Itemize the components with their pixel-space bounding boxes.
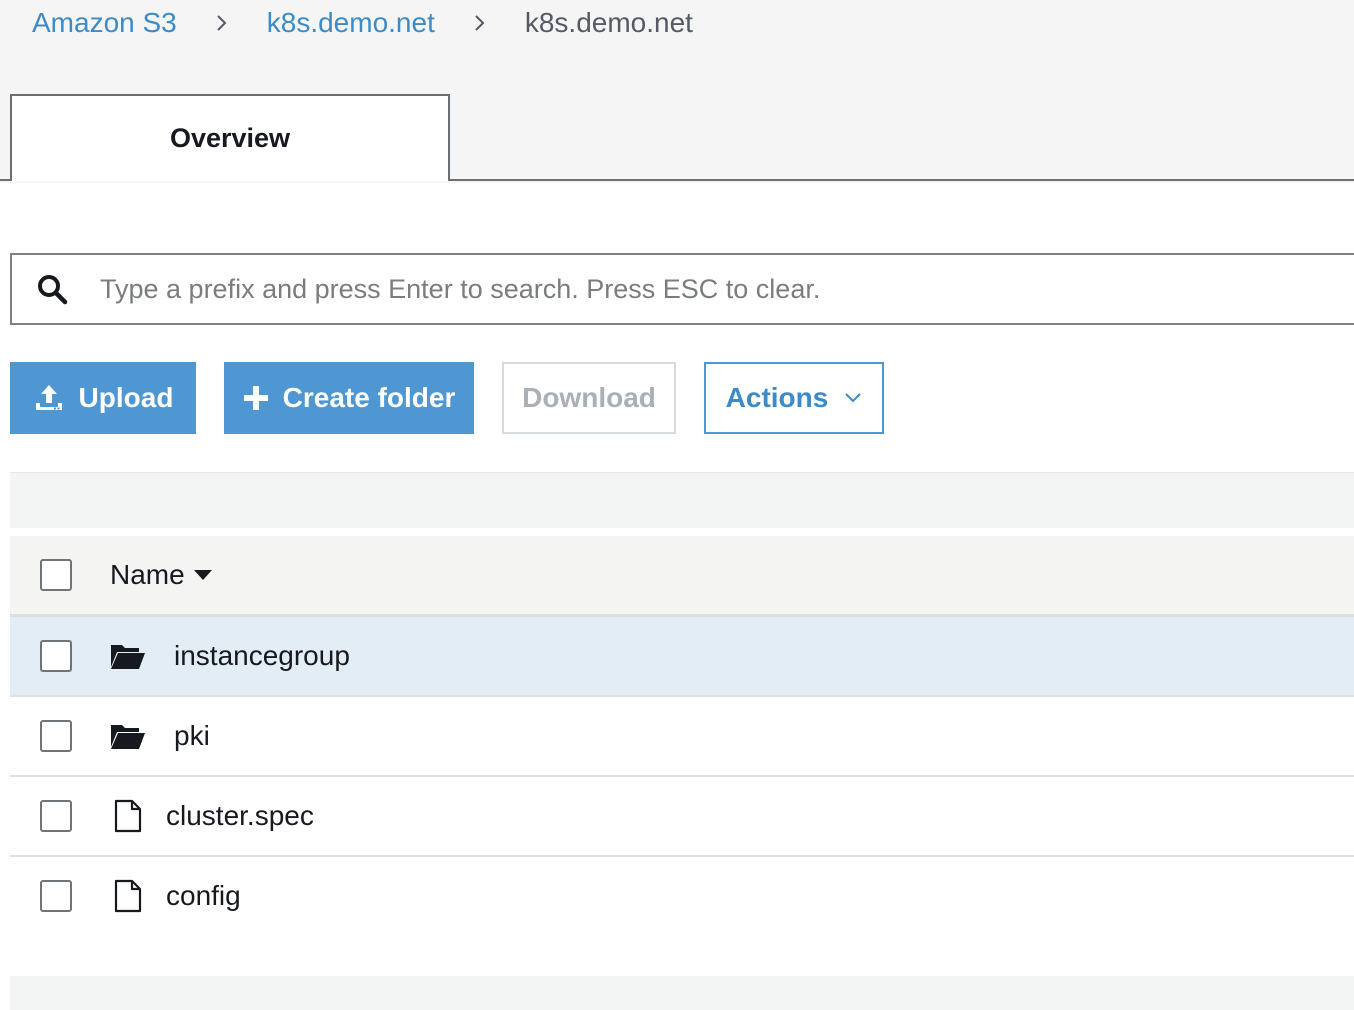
main-content: Upload Create folder Download Actions Na… — [0, 183, 1354, 1010]
table-row[interactable]: instancegroup — [10, 617, 1354, 697]
table-row[interactable]: pki — [10, 697, 1354, 777]
search-box — [10, 253, 1354, 325]
name-column-label: Name — [110, 559, 185, 590]
breadcrumb-amazon-s3-link[interactable]: Amazon S3 — [32, 7, 177, 39]
table-footer-band — [10, 976, 1354, 1010]
create-folder-button[interactable]: Create folder — [224, 362, 474, 434]
row-checkbox[interactable] — [40, 640, 72, 672]
sort-caret-down-icon — [193, 569, 213, 581]
upload-button[interactable]: Upload — [10, 362, 196, 434]
name-column-header[interactable]: Name — [110, 559, 213, 591]
upload-button-label: Upload — [78, 382, 174, 413]
create-folder-button-label: Create folder — [282, 382, 456, 413]
breadcrumb-current: k8s.demo.net — [524, 7, 693, 38]
table-row[interactable]: cluster.spec — [10, 777, 1354, 857]
folder-open-icon — [110, 642, 146, 670]
table-toolbar-band — [10, 472, 1354, 528]
search-icon — [36, 273, 68, 305]
tab-bar: Overview — [0, 94, 1354, 181]
row-checkbox[interactable] — [40, 720, 72, 752]
download-button[interactable]: Download — [502, 362, 676, 434]
table-header: Name — [10, 536, 1354, 617]
toolbar: Upload Create folder Download Actions — [10, 362, 884, 434]
chevron-right-icon — [471, 14, 489, 32]
select-all-checkbox[interactable] — [40, 559, 72, 591]
row-name[interactable]: instancegroup — [174, 640, 350, 672]
chevron-down-icon — [844, 392, 862, 404]
row-checkbox[interactable] — [40, 800, 72, 832]
actions-dropdown-button[interactable]: Actions — [704, 362, 884, 434]
tab-overview[interactable]: Overview — [10, 94, 450, 181]
tab-divider — [0, 179, 10, 181]
table-row[interactable]: config — [10, 857, 1354, 935]
file-icon — [114, 879, 142, 913]
object-table: Name instancegroup pki cluster.spec conf… — [10, 536, 1354, 935]
breadcrumb-bucket-link[interactable]: k8s.demo.net — [267, 7, 435, 39]
breadcrumb: Amazon S3 k8s.demo.net k8s.demo.net — [32, 4, 693, 42]
row-name[interactable]: pki — [174, 720, 210, 752]
search-input[interactable] — [98, 272, 1354, 306]
folder-open-icon — [110, 722, 146, 750]
file-icon — [114, 799, 142, 833]
chevron-right-icon — [213, 14, 231, 32]
upload-icon — [33, 382, 65, 414]
actions-button-label: Actions — [725, 382, 829, 413]
row-name[interactable]: cluster.spec — [166, 800, 314, 832]
tab-divider — [449, 179, 1354, 181]
plus-icon — [243, 385, 269, 411]
row-name[interactable]: config — [166, 880, 241, 912]
row-checkbox[interactable] — [40, 880, 72, 912]
